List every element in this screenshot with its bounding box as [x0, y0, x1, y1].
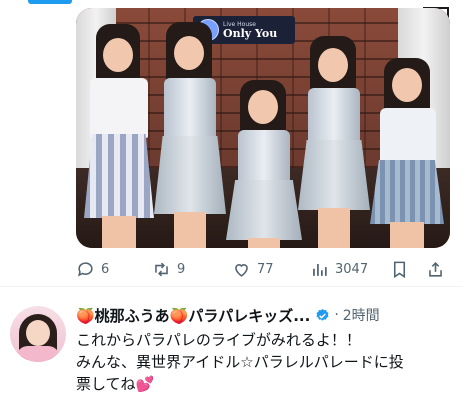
share-icon [429, 261, 442, 277]
bookmark-button[interactable] [390, 256, 415, 282]
retweet-icon [155, 262, 168, 276]
performer-5 [370, 58, 444, 248]
performer-1 [84, 24, 154, 248]
reply-icon [77, 261, 93, 277]
venue-sign-title: Only You [223, 26, 278, 40]
views-count: 3047 [335, 261, 369, 277]
tweet-header: 🍑桃那ふうあ🍑パラパレキッズ... · 2時間 [76, 304, 461, 326]
performer-2 [154, 22, 226, 248]
tweet-text-line-2: みんな、異世界アイドル☆パラレルパレードに投 [76, 353, 404, 371]
tweet-actions: 6 9 77 3047 [76, 256, 450, 282]
retweet-button[interactable]: 9 [152, 256, 185, 282]
verified-icon [316, 308, 329, 321]
tweet-text-line-3: 票してね💕 [76, 375, 155, 393]
views-icon [313, 263, 327, 276]
reply-button[interactable]: 6 [76, 256, 109, 282]
tab-indicator [28, 0, 72, 4]
tweet-photo[interactable]: Live House Only You [76, 8, 450, 248]
tweet-text: これからパラパレのライブがみれるよ！！ みんな、異世界アイドル☆パラレルパレード… [76, 329, 461, 395]
like-count: 77 [257, 261, 274, 277]
like-button[interactable]: 77 [232, 256, 274, 282]
performer-4 [298, 36, 370, 248]
author-avatar[interactable] [10, 306, 66, 362]
time-separator: · [334, 307, 339, 323]
like-icon [235, 263, 248, 277]
tweet-text-line-1: これからパラパレのライブがみれるよ！！ [76, 331, 361, 349]
performer-3 [226, 80, 302, 248]
reply-count: 6 [101, 261, 110, 277]
bookmark-icon [393, 261, 406, 278]
share-button[interactable] [426, 256, 451, 282]
views-button[interactable]: 3047 [310, 256, 368, 282]
tweet-time[interactable]: 2時間 [343, 305, 380, 325]
retweet-count: 9 [177, 261, 186, 277]
author-name[interactable]: 🍑桃那ふうあ🍑パラパレキッズ... [76, 305, 310, 326]
tweet-divider [0, 286, 463, 287]
timeline-screen: 5 Live House Only You [0, 0, 463, 406]
